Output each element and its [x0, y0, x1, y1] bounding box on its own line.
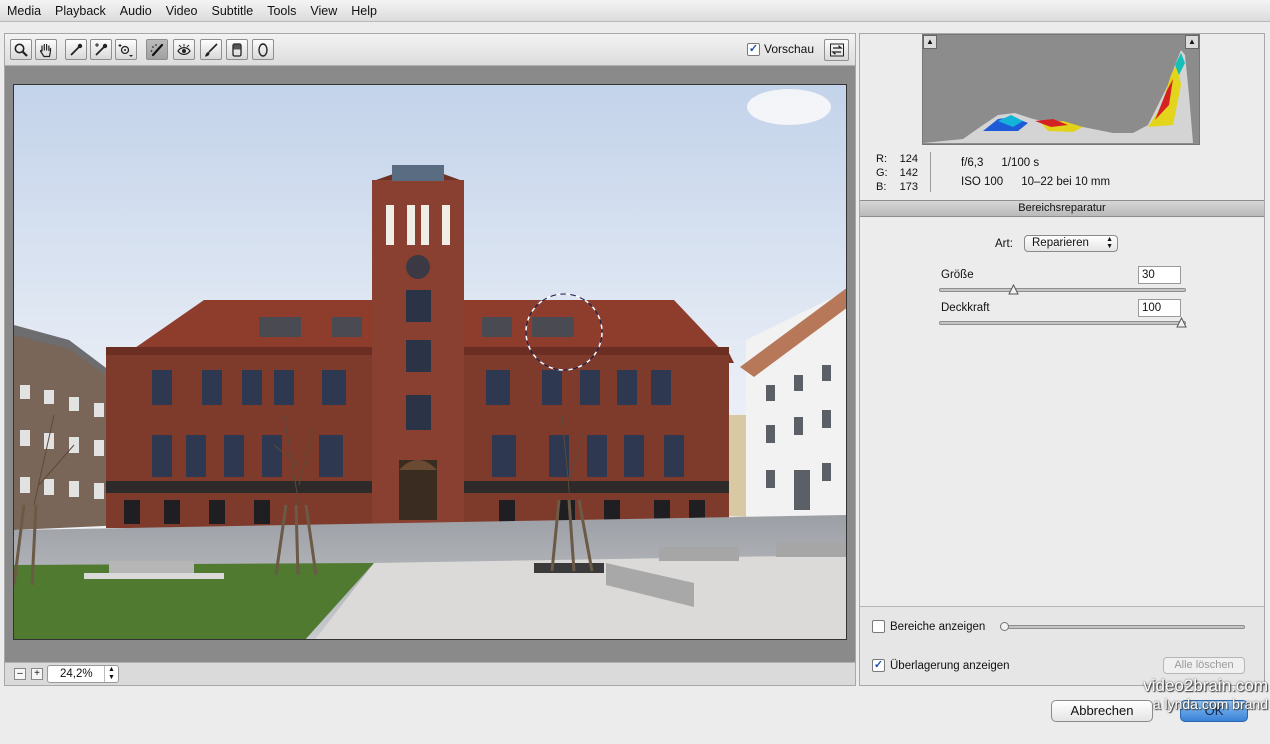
exif-info: f/6,3 1/100 s ISO 100 10–22 bei 10 mm: [961, 154, 1110, 192]
preview-label: Vorschau: [764, 42, 815, 56]
red-eye-icon: [177, 43, 191, 55]
menu-subtitle[interactable]: Subtitle: [205, 0, 261, 22]
watermark-line2: a lynda.com brand: [1152, 696, 1268, 712]
opacity-slider-thumb[interactable]: [1176, 317, 1187, 328]
r-value: 124: [899, 153, 918, 165]
menu-help[interactable]: Help: [344, 0, 384, 22]
select-arrows-icon: ▲ ▼: [1106, 236, 1113, 250]
watermark-line1: video2brain.com: [1143, 676, 1268, 695]
overlay-checkbox[interactable]: ✓: [872, 659, 885, 672]
rgb-readout: R: 124 G: 142 B: 173: [876, 152, 918, 194]
color-sampler-icon: [95, 42, 108, 56]
spot-healing-icon: [150, 43, 164, 56]
show-areas-toggle[interactable]: Bereiche anzeigen: [872, 620, 985, 633]
up-down-arrows-icon: ▲ ▼: [104, 666, 118, 682]
overlay-label: Überlagerung anzeigen: [890, 659, 1010, 672]
preview-toggle[interactable]: ✓ Vorschau: [747, 42, 814, 56]
overlay-options: Bereiche anzeigen ✓ Überlagerung anzeige…: [860, 606, 1264, 685]
type-value: Reparieren: [1032, 237, 1089, 249]
aperture-value: f/6,3: [961, 157, 984, 169]
adjustment-brush-tool-button[interactable]: [200, 39, 222, 60]
size-slider-thumb[interactable]: [1008, 284, 1020, 295]
target-adjust-icon: [118, 43, 133, 57]
menu-bar: Media Playback Audio Video Subtitle Tool…: [0, 0, 1270, 22]
type-label: Art:: [995, 238, 1013, 250]
preview-checkbox[interactable]: ✓: [747, 42, 760, 56]
zoom-out-button[interactable]: –: [14, 668, 26, 680]
g-label: G:: [876, 167, 888, 179]
red-eye-tool-button[interactable]: [173, 39, 195, 60]
building-photo: [14, 85, 846, 639]
radial-filter-tool-button[interactable]: [252, 39, 274, 60]
zoom-select[interactable]: 24,2% ▲ ▼: [47, 665, 119, 683]
target-adjust-tool-button[interactable]: [115, 39, 137, 60]
radial-filter-icon: [258, 42, 268, 57]
highlight-clipping-button[interactable]: ▲: [1185, 35, 1199, 49]
menu-view[interactable]: View: [303, 0, 344, 22]
zoom-in-button[interactable]: +: [31, 668, 43, 680]
opacity-label: Deckkraft: [941, 302, 990, 314]
type-select[interactable]: Reparieren ▲ ▼: [1024, 235, 1118, 252]
zoom-tool-button[interactable]: [10, 39, 32, 60]
iso-value: ISO 100: [961, 176, 1004, 188]
zoom-value: 24,2%: [60, 668, 93, 680]
panel-title: Bereichsreparatur: [860, 200, 1264, 217]
shutter-value: 1/100 s: [1001, 157, 1040, 169]
overlay-toggle[interactable]: ✓ Überlagerung anzeigen: [872, 659, 1010, 672]
image-panel: ✓ Vorschau – + 24,2% ▲ ▼: [4, 33, 856, 686]
swap-arrows-icon: [829, 43, 844, 57]
b-value: 173: [899, 181, 918, 193]
zoom-icon: [14, 43, 28, 57]
eyedropper-icon: [70, 43, 83, 56]
g-value: 142: [899, 167, 918, 179]
show-areas-checkbox[interactable]: [872, 620, 885, 633]
graduated-filter-icon: [232, 42, 242, 57]
info-divider: [930, 152, 931, 192]
clear-all-button[interactable]: Alle löschen: [1163, 657, 1245, 674]
menu-playback[interactable]: Playback: [48, 0, 113, 22]
size-slider[interactable]: [939, 284, 1186, 295]
eyedropper-tool-button[interactable]: [65, 39, 87, 60]
spot-healing-tool-button[interactable]: [146, 39, 168, 60]
menu-media[interactable]: Media: [0, 0, 48, 22]
show-areas-label: Bereiche anzeigen: [890, 620, 986, 633]
shadow-clipping-button[interactable]: ▲: [923, 35, 937, 49]
show-areas-slider[interactable]: [1000, 622, 1245, 631]
spot-removal-settings: Art: Reparieren ▲ ▼ Größe 30 Deckkraft 10…: [860, 218, 1264, 605]
r-label: R:: [876, 153, 887, 165]
hand-icon: [39, 43, 52, 57]
histogram: ▲ ▲: [922, 34, 1200, 145]
lens-value: 10–22 bei 10 mm: [1021, 176, 1111, 188]
menu-tools[interactable]: Tools: [260, 0, 303, 22]
color-sampler-tool-button[interactable]: [90, 39, 112, 60]
tool-bar: ✓ Vorschau: [5, 34, 855, 66]
image-canvas[interactable]: [5, 66, 855, 662]
b-label: B:: [876, 181, 887, 193]
status-bar: – + 24,2% ▲ ▼: [5, 662, 855, 685]
graduated-filter-tool-button[interactable]: [226, 39, 248, 60]
adjustment-panel: ▲ ▲ R: 124 G: 142 B: 173 f/6,3 1/100 s ISO 1…: [859, 33, 1265, 686]
hand-tool-button[interactable]: [35, 39, 57, 60]
histogram-graph: [923, 35, 1199, 144]
show-areas-slider-thumb[interactable]: [999, 621, 1010, 632]
menu-video[interactable]: Video: [159, 0, 205, 22]
adjustment-brush-icon: [205, 42, 218, 56]
photo-preview[interactable]: [13, 84, 847, 640]
menu-audio[interactable]: Audio: [113, 0, 159, 22]
toggle-before-after-button[interactable]: [824, 39, 849, 61]
size-label: Größe: [941, 269, 974, 281]
opacity-slider[interactable]: [939, 317, 1187, 328]
opacity-input[interactable]: 100: [1138, 299, 1181, 317]
size-input[interactable]: 30: [1138, 266, 1181, 284]
